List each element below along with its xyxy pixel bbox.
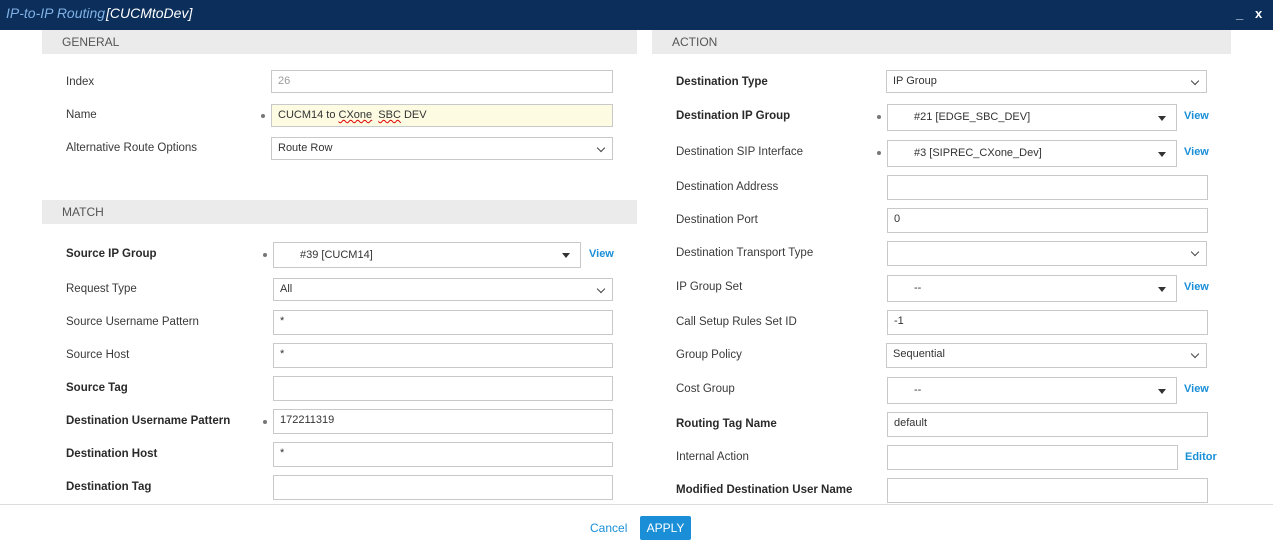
triangle-down-icon xyxy=(562,253,570,258)
source-tag-label: Source Tag xyxy=(66,382,128,394)
call-setup-rules-set-id-input[interactable]: -1 xyxy=(887,310,1208,335)
required-dot xyxy=(877,115,881,119)
chevron-down-icon xyxy=(596,284,606,294)
section-general-header: GENERAL xyxy=(42,30,637,54)
section-match-header: MATCH xyxy=(42,200,637,224)
dialog-title-name: [CUCMtoDev] xyxy=(106,5,193,21)
name-field[interactable]: CUCM14 to CXone SBC DEV xyxy=(271,104,613,127)
source-ip-group-view-link[interactable]: View xyxy=(589,248,614,260)
required-dot xyxy=(263,253,267,257)
chevron-down-icon xyxy=(1190,247,1200,257)
alternative-route-options-label: Alternative Route Options xyxy=(66,142,198,154)
destination-username-pattern-label: Destination Username Pattern xyxy=(66,415,231,427)
destination-host-input[interactable]: * xyxy=(273,442,613,467)
destination-host-label: Destination Host xyxy=(66,448,158,460)
destination-transport-type-select[interactable] xyxy=(887,241,1207,266)
required-dot xyxy=(263,420,267,424)
destination-sip-interface-select[interactable]: #3 [SIPREC_CXone_Dev] xyxy=(887,140,1177,167)
source-tag-input[interactable] xyxy=(273,376,613,401)
cost-group-label: Cost Group xyxy=(676,383,735,395)
source-username-pattern-input[interactable]: * xyxy=(273,310,613,335)
index-field[interactable]: 26 xyxy=(271,70,613,93)
destination-port-input[interactable]: 0 xyxy=(887,208,1208,233)
cancel-button[interactable]: Cancel xyxy=(590,521,627,535)
ip-group-set-view-link[interactable]: View xyxy=(1184,281,1209,293)
index-label: Index xyxy=(66,76,95,88)
destination-sip-interface-label: Destination SIP Interface xyxy=(676,146,803,158)
dialog-footer: Cancel APPLY xyxy=(0,504,1273,552)
alternative-route-options-select[interactable]: Route Row xyxy=(271,137,613,160)
request-type-select[interactable]: All xyxy=(273,278,613,301)
section-action-header: ACTION xyxy=(652,30,1231,54)
destination-ip-group-label: Destination IP Group xyxy=(676,110,791,122)
call-setup-rules-set-id-label: Call Setup Rules Set ID xyxy=(676,316,797,328)
source-username-pattern-label: Source Username Pattern xyxy=(66,316,199,328)
destination-ip-group-view-link[interactable]: View xyxy=(1184,110,1209,122)
internal-action-editor-link[interactable]: Editor xyxy=(1185,451,1217,463)
cost-group-select[interactable]: -- xyxy=(887,377,1177,404)
source-host-input[interactable]: * xyxy=(273,343,613,368)
destination-username-pattern-input[interactable]: 172211319 xyxy=(273,409,613,434)
modified-destination-user-name-label: Modified Destination User Name xyxy=(676,484,853,496)
source-ip-group-select[interactable]: #39 [CUCM14] xyxy=(273,242,581,268)
destination-ip-group-select[interactable]: #21 [EDGE_SBC_DEV] xyxy=(887,104,1177,131)
group-policy-select[interactable]: Sequential xyxy=(886,343,1207,368)
group-policy-label: Group Policy xyxy=(676,349,742,361)
destination-type-select[interactable]: IP Group xyxy=(886,70,1207,93)
name-label: Name xyxy=(66,109,97,121)
triangle-down-icon xyxy=(1158,152,1166,157)
request-type-label: Request Type xyxy=(66,283,137,295)
cost-group-view-link[interactable]: View xyxy=(1184,383,1209,395)
modified-destination-user-name-input[interactable] xyxy=(887,478,1208,503)
source-host-label: Source Host xyxy=(66,349,130,361)
destination-tag-label: Destination Tag xyxy=(66,481,152,493)
ip-group-set-label: IP Group Set xyxy=(676,281,743,293)
ip-group-set-select[interactable]: -- xyxy=(887,275,1177,302)
close-button[interactable]: x xyxy=(1255,6,1262,21)
chevron-down-icon xyxy=(1190,76,1200,86)
dialog-titlebar: IP-to-IP Routing [CUCMtoDev] _ x xyxy=(0,0,1273,30)
triangle-down-icon xyxy=(1158,116,1166,121)
destination-transport-type-label: Destination Transport Type xyxy=(676,247,814,259)
internal-action-label: Internal Action xyxy=(676,451,749,463)
destination-address-input[interactable] xyxy=(887,175,1208,200)
destination-address-label: Destination Address xyxy=(676,181,779,193)
chevron-down-icon xyxy=(596,143,606,153)
chevron-down-icon xyxy=(1190,349,1200,359)
destination-type-label: Destination Type xyxy=(676,76,768,88)
apply-button[interactable]: APPLY xyxy=(640,516,691,540)
destination-sip-interface-view-link[interactable]: View xyxy=(1184,146,1209,158)
minimize-button[interactable]: _ xyxy=(1236,6,1243,21)
internal-action-input[interactable] xyxy=(887,445,1178,470)
dialog-title-prefix: IP-to-IP Routing xyxy=(6,5,106,21)
routing-tag-name-label: Routing Tag Name xyxy=(676,418,777,430)
routing-tag-name-input[interactable]: default xyxy=(887,412,1208,437)
triangle-down-icon xyxy=(1158,389,1166,394)
source-ip-group-label: Source IP Group xyxy=(66,248,157,260)
required-dot xyxy=(877,151,881,155)
required-dot xyxy=(261,114,265,118)
destination-port-label: Destination Port xyxy=(676,214,758,226)
triangle-down-icon xyxy=(1158,287,1166,292)
destination-tag-input[interactable] xyxy=(273,475,613,500)
